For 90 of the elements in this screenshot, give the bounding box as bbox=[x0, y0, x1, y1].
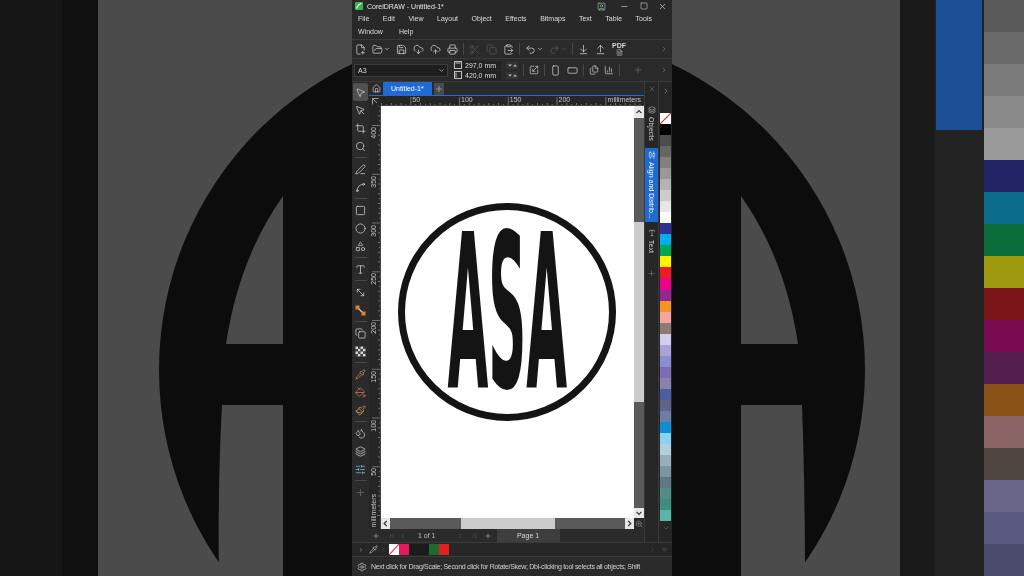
scroll-left-icon[interactable] bbox=[381, 518, 390, 529]
color-swatch[interactable] bbox=[660, 333, 671, 345]
pages-icon[interactable] bbox=[589, 65, 599, 75]
add-page-icon[interactable] bbox=[372, 531, 380, 540]
color-swatch[interactable] bbox=[660, 135, 671, 147]
color-swatch[interactable] bbox=[660, 399, 671, 411]
color-swatch[interactable] bbox=[660, 311, 671, 323]
text-icon[interactable] bbox=[647, 228, 656, 237]
color-swatch[interactable] bbox=[660, 499, 671, 511]
bar-chart-icon[interactable] bbox=[604, 65, 614, 75]
new-document-icon[interactable] bbox=[355, 43, 366, 55]
scroll-right-icon[interactable] bbox=[625, 518, 634, 529]
gear-icon[interactable] bbox=[357, 561, 367, 572]
cloud-upload-icon[interactable] bbox=[430, 43, 441, 55]
portrait-page-icon[interactable] bbox=[550, 64, 561, 76]
scrollbar-thumb[interactable] bbox=[634, 222, 644, 402]
scrollbar-thumb[interactable] bbox=[461, 518, 555, 529]
landscape-page-icon[interactable] bbox=[567, 64, 578, 76]
overflow-chevron-icon[interactable] bbox=[660, 45, 668, 53]
document-icon[interactable] bbox=[615, 49, 623, 56]
color-swatch[interactable] bbox=[660, 377, 671, 389]
folder-icon[interactable] bbox=[372, 43, 383, 55]
color-swatch[interactable] bbox=[660, 344, 671, 356]
eyedropper-icon[interactable] bbox=[369, 545, 378, 554]
maximize-icon[interactable] bbox=[639, 2, 648, 10]
color-swatch[interactable] bbox=[660, 410, 671, 422]
export-icon[interactable] bbox=[595, 43, 606, 55]
color-swatch[interactable] bbox=[660, 322, 671, 334]
color-swatch[interactable] bbox=[660, 510, 671, 522]
color-swatch[interactable] bbox=[660, 355, 671, 367]
color-swatch[interactable] bbox=[660, 190, 671, 202]
color-swatch[interactable] bbox=[660, 124, 671, 136]
no-color-swatch[interactable] bbox=[660, 113, 671, 125]
color-swatch[interactable] bbox=[660, 267, 671, 279]
color-swatch[interactable] bbox=[660, 388, 671, 400]
color-swatch[interactable] bbox=[660, 278, 671, 290]
user-account-icon[interactable] bbox=[597, 1, 606, 11]
color-swatch[interactable] bbox=[660, 421, 671, 433]
color-swatch[interactable] bbox=[429, 544, 439, 555]
save-icon[interactable] bbox=[396, 43, 407, 55]
color-swatch[interactable] bbox=[660, 146, 671, 158]
color-swatch[interactable] bbox=[660, 157, 671, 169]
paste-icon[interactable] bbox=[503, 43, 514, 55]
color-swatch[interactable] bbox=[660, 466, 671, 478]
home-icon[interactable] bbox=[371, 84, 381, 93]
color-swatch[interactable] bbox=[660, 300, 671, 312]
color-swatch[interactable] bbox=[660, 454, 671, 466]
app-logo-icon bbox=[355, 2, 363, 10]
cloud-download-icon[interactable] bbox=[413, 43, 424, 55]
add-docker-icon[interactable] bbox=[647, 269, 656, 279]
color-swatch[interactable] bbox=[660, 245, 671, 257]
color-swatch[interactable] bbox=[409, 544, 419, 555]
import-icon[interactable] bbox=[578, 43, 589, 55]
vertical-scrollbar[interactable] bbox=[634, 106, 644, 518]
layers-icon[interactable] bbox=[647, 106, 656, 114]
spinner-arrows-icon[interactable] bbox=[506, 61, 518, 69]
resize-icon[interactable] bbox=[529, 65, 539, 75]
color-swatch[interactable] bbox=[399, 544, 409, 555]
no-color-swatch[interactable] bbox=[389, 544, 399, 555]
color-swatch[interactable] bbox=[660, 201, 671, 213]
color-swatch[interactable] bbox=[660, 443, 671, 455]
undo-icon[interactable] bbox=[525, 43, 536, 55]
close-icon[interactable] bbox=[658, 1, 667, 11]
scroll-down-icon[interactable] bbox=[634, 508, 644, 518]
overflow-chevron-icon[interactable] bbox=[660, 66, 668, 74]
color-swatch[interactable] bbox=[660, 477, 671, 489]
add-page-icon[interactable] bbox=[483, 531, 492, 540]
color-swatch[interactable] bbox=[660, 212, 671, 224]
color-swatch[interactable] bbox=[419, 544, 429, 555]
ruler-origin-icon[interactable] bbox=[371, 97, 379, 105]
horizontal-scrollbar[interactable] bbox=[381, 518, 634, 529]
color-swatch[interactable] bbox=[439, 544, 449, 555]
color-swatch[interactable] bbox=[660, 256, 671, 268]
spinner-arrows-icon[interactable] bbox=[506, 71, 518, 79]
height-icon bbox=[454, 71, 462, 79]
color-swatch[interactable] bbox=[660, 168, 671, 180]
color-swatch[interactable] bbox=[660, 366, 671, 378]
width-icon bbox=[454, 61, 462, 69]
color-swatch[interactable] bbox=[660, 432, 671, 444]
caret-icon[interactable] bbox=[438, 66, 445, 74]
print-icon[interactable] bbox=[447, 43, 458, 55]
align-icon[interactable] bbox=[647, 150, 656, 159]
palette-scroll-down-icon[interactable] bbox=[661, 524, 670, 532]
color-swatch[interactable] bbox=[660, 289, 671, 301]
color-swatch[interactable] bbox=[660, 223, 671, 235]
color-swatch[interactable] bbox=[660, 179, 671, 191]
add-tab-icon[interactable] bbox=[433, 83, 444, 95]
color-swatch[interactable] bbox=[660, 234, 671, 246]
scroll-up-icon[interactable] bbox=[634, 106, 644, 118]
color-swatch[interactable] bbox=[660, 488, 671, 500]
